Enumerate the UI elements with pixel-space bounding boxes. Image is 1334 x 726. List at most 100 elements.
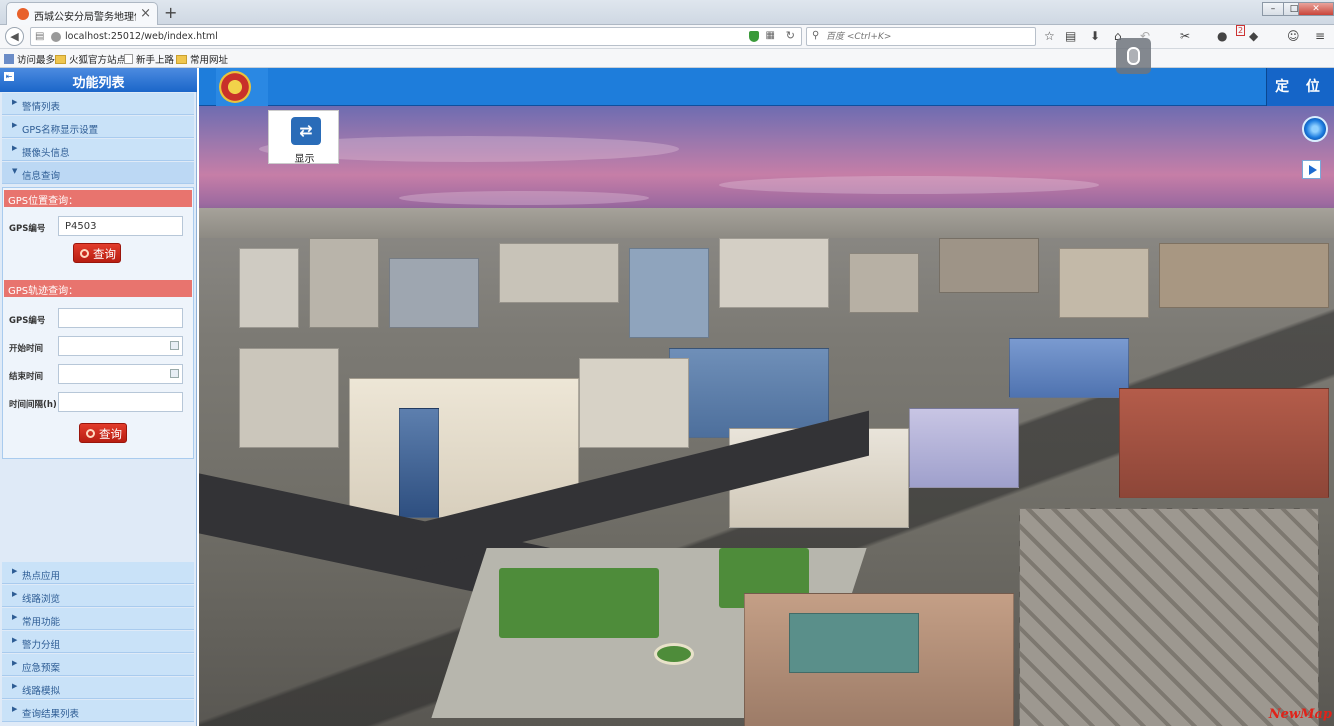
smiley-icon[interactable]: ☺ bbox=[1287, 29, 1300, 43]
display-toggle-button[interactable]: ⇄ 显示 bbox=[268, 110, 339, 165]
minimize-window-icon[interactable]: – bbox=[1262, 2, 1284, 16]
sidebar-item-gps-name-settings[interactable]: ▶ GPS名称显示设置 bbox=[2, 116, 194, 138]
building bbox=[719, 238, 829, 308]
sidebar-item-emergency-plans[interactable]: ▶ 应急预案 bbox=[2, 654, 194, 676]
building bbox=[939, 238, 1039, 293]
address-bar[interactable]: ▤ localhost:25012/web/index.html ▦ ↻ bbox=[30, 27, 802, 46]
sidebar-item-police-groups[interactable]: ▶ 警力分组 bbox=[2, 631, 194, 653]
close-window-icon[interactable]: ✕ bbox=[1298, 2, 1334, 16]
folder-icon bbox=[176, 55, 187, 64]
track-gps-number-label: GPS编号 bbox=[9, 316, 46, 326]
back-arrow-icon[interactable]: ◀ bbox=[5, 27, 24, 46]
building bbox=[239, 248, 299, 328]
gps-track-header: GPS轨迹查询： bbox=[4, 280, 192, 297]
play-icon[interactable] bbox=[1302, 160, 1321, 179]
end-time-input[interactable] bbox=[58, 364, 183, 384]
distant-skyline bbox=[199, 208, 1334, 238]
gps-position-number-input[interactable] bbox=[58, 216, 183, 236]
building bbox=[1159, 243, 1329, 308]
sidebar-item-route-browse[interactable]: ▶ 线路浏览 bbox=[2, 585, 194, 607]
new-tab-icon[interactable]: + bbox=[164, 3, 177, 22]
gps-track-query-button[interactable]: 查询 bbox=[79, 423, 127, 443]
search-icon: ⚲ bbox=[812, 30, 820, 41]
time-interval-input[interactable] bbox=[58, 392, 183, 412]
caret-right-icon: ▶ bbox=[12, 636, 18, 644]
building bbox=[499, 243, 619, 303]
security-shield-icon[interactable] bbox=[749, 31, 759, 42]
glass-building bbox=[669, 348, 829, 438]
mouse-icon bbox=[1127, 47, 1140, 65]
calendar-icon[interactable] bbox=[170, 369, 179, 378]
bookmark-common-sites[interactable]: 常用网址 bbox=[176, 52, 228, 66]
sidebar-item-info-query[interactable]: ▼ 信息查询 bbox=[2, 162, 194, 184]
close-tab-icon[interactable]: × bbox=[140, 6, 151, 21]
caret-right-icon: ▶ bbox=[12, 659, 18, 667]
caret-right-icon: ▶ bbox=[12, 98, 18, 106]
folder-icon bbox=[55, 55, 66, 64]
magnifier-icon bbox=[80, 249, 89, 258]
bookmark-firefox-site[interactable]: 火狐官方站点 bbox=[55, 52, 126, 66]
download-icon[interactable]: ⬇ bbox=[1090, 29, 1100, 43]
mouse-indicator-overlay bbox=[1116, 38, 1151, 74]
globe-site-icon bbox=[51, 32, 61, 42]
building bbox=[579, 358, 689, 448]
url-text: localhost:25012/web/index.html bbox=[65, 31, 218, 42]
bookmark-most-visited[interactable]: 访问最多 bbox=[4, 52, 55, 66]
caret-down-icon: ▼ bbox=[12, 167, 18, 175]
building bbox=[1059, 248, 1149, 318]
gps-track-number-input[interactable] bbox=[58, 308, 183, 328]
bookmark-getting-started[interactable]: 新手上路 bbox=[124, 52, 174, 66]
reload-icon[interactable]: ↻ bbox=[786, 29, 795, 42]
bookmark-star-icon[interactable]: ☆ bbox=[1044, 29, 1055, 43]
firefox-tab-favicon-icon bbox=[17, 8, 29, 20]
search-box[interactable]: ⚲ bbox=[806, 27, 1036, 46]
building-courtyard bbox=[789, 613, 919, 673]
browser-tab[interactable]: 西城公安分局警务地理信... × bbox=[6, 2, 158, 25]
start-time-label: 开始时间 bbox=[9, 344, 44, 354]
sidebar-item-hot-apps[interactable]: ▶ 热点应用 bbox=[2, 562, 194, 584]
globe-icon[interactable] bbox=[1302, 116, 1328, 142]
red-roof-buildings bbox=[1119, 388, 1329, 498]
sidebar-item-alert-list[interactable]: ▶ 警情列表 bbox=[2, 93, 194, 115]
building bbox=[909, 408, 1019, 488]
screenshot-tool-icon[interactable]: ✂ bbox=[1180, 29, 1190, 43]
building bbox=[389, 258, 479, 328]
map-sky bbox=[199, 106, 1334, 221]
reading-list-icon[interactable]: ▤ bbox=[1065, 29, 1076, 43]
chat-bubble-icon[interactable]: ● bbox=[1217, 29, 1227, 43]
gps-position-header: GPS位置查询： bbox=[4, 190, 192, 207]
search-input[interactable] bbox=[824, 29, 1024, 44]
menu-hamburger-icon[interactable]: ≡ bbox=[1315, 29, 1325, 43]
tree-patch bbox=[499, 568, 659, 638]
function-sidebar: ⇤ 功能列表 ▶ 警情列表 ▶ GPS名称显示设置 ▶ 摄像头信息 ▼ 信息查询… bbox=[0, 68, 197, 726]
glass-building bbox=[1009, 338, 1129, 398]
caret-right-icon: ▶ bbox=[12, 567, 18, 575]
glass-atrium bbox=[399, 408, 439, 518]
info-query-panel: GPS位置查询： GPS编号 查询 GPS轨迹查询： GPS编号 开始时间 结束… bbox=[2, 187, 194, 459]
sidebar-item-query-results[interactable]: ▶ 查询结果列表 bbox=[2, 700, 194, 722]
cloud bbox=[399, 191, 649, 205]
sidebar-item-common-functions[interactable]: ▶ 常用功能 bbox=[2, 608, 194, 630]
city-3d-map[interactable]: 定 位 ⇄ 显示 NewMap bbox=[199, 68, 1334, 726]
calendar-icon[interactable] bbox=[170, 341, 179, 350]
gps-number-label: GPS编号 bbox=[9, 224, 46, 234]
qr-code-icon[interactable]: ▦ bbox=[766, 30, 775, 41]
caret-right-icon: ▶ bbox=[12, 590, 18, 598]
bookmark-icon bbox=[4, 54, 14, 64]
extension-icon[interactable]: ◆ bbox=[1249, 29, 1258, 43]
sidebar-item-route-simulation[interactable]: ▶ 线路模拟 bbox=[2, 677, 194, 699]
swap-arrows-icon: ⇄ bbox=[291, 117, 321, 145]
time-interval-label: 时间间隔(h) bbox=[9, 400, 57, 410]
gps-position-query-button[interactable]: 查询 bbox=[73, 243, 121, 263]
browser-tab-bar: 西城公安分局警务地理信... × + – □ ✕ bbox=[0, 0, 1334, 25]
newmap-watermark: NewMap bbox=[1268, 707, 1332, 722]
roundabout bbox=[654, 643, 694, 665]
building bbox=[309, 238, 379, 328]
building bbox=[849, 253, 919, 313]
police-emblem-logo bbox=[219, 71, 251, 103]
sidebar-item-camera-info[interactable]: ▶ 摄像头信息 bbox=[2, 139, 194, 161]
start-time-input[interactable] bbox=[58, 336, 183, 356]
caret-right-icon: ▶ bbox=[12, 682, 18, 690]
locate-button[interactable]: 定 位 bbox=[1266, 68, 1334, 106]
notification-badge[interactable]: 2 bbox=[1236, 25, 1246, 36]
